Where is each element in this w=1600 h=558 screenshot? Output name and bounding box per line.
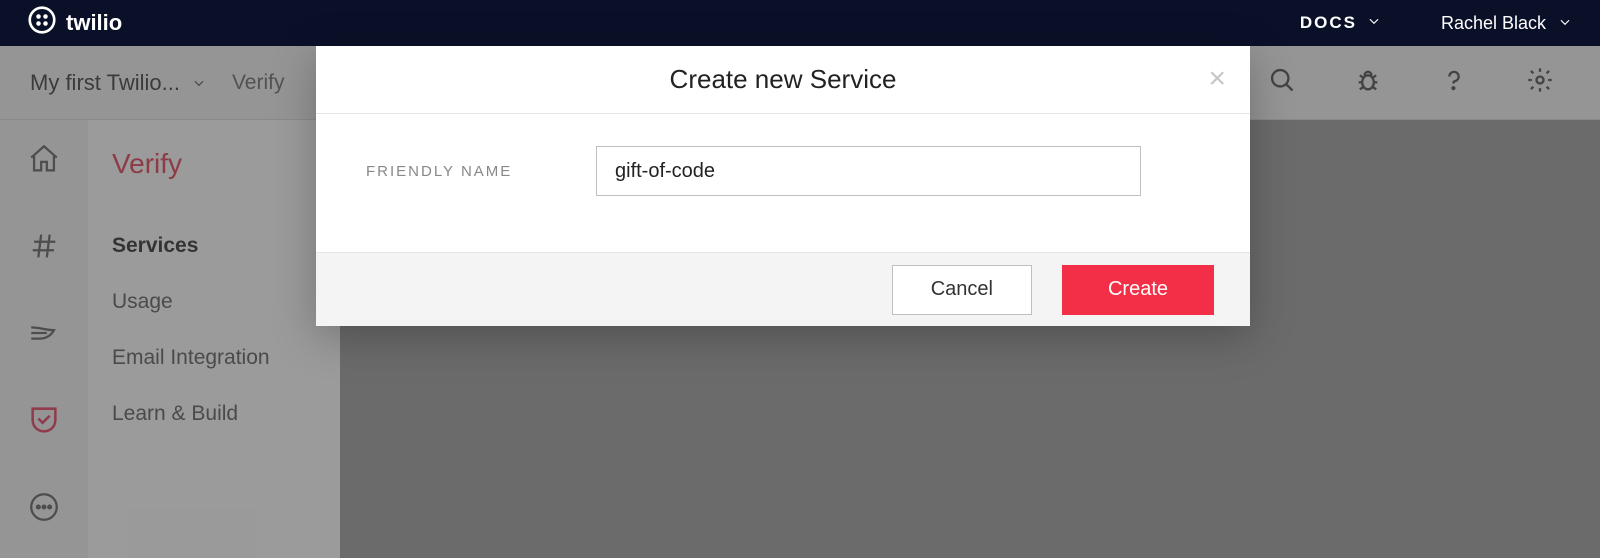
topbar: twilio DOCS Rachel Black [0,0,1600,46]
create-service-modal: Create new Service × FRIENDLY NAME Cance… [316,46,1250,326]
chevron-down-icon [1558,13,1572,34]
create-button[interactable]: Create [1062,265,1214,315]
brand[interactable]: twilio [28,6,122,40]
twilio-logo-icon [28,6,56,40]
docs-link[interactable]: DOCS [1300,13,1381,33]
close-icon[interactable]: × [1208,64,1226,94]
user-name: Rachel Black [1441,13,1546,34]
user-menu[interactable]: Rachel Black [1441,13,1572,34]
modal-header: Create new Service × [316,46,1250,114]
modal-body: FRIENDLY NAME [316,114,1250,252]
brand-label: twilio [66,10,122,36]
cancel-button[interactable]: Cancel [892,265,1032,315]
docs-label: DOCS [1300,13,1357,33]
chevron-down-icon [1367,13,1381,33]
friendly-name-input[interactable] [596,146,1141,196]
modal-title: Create new Service [670,64,897,95]
friendly-name-label: FRIENDLY NAME [366,163,596,180]
modal-footer: Cancel Create [316,252,1250,326]
